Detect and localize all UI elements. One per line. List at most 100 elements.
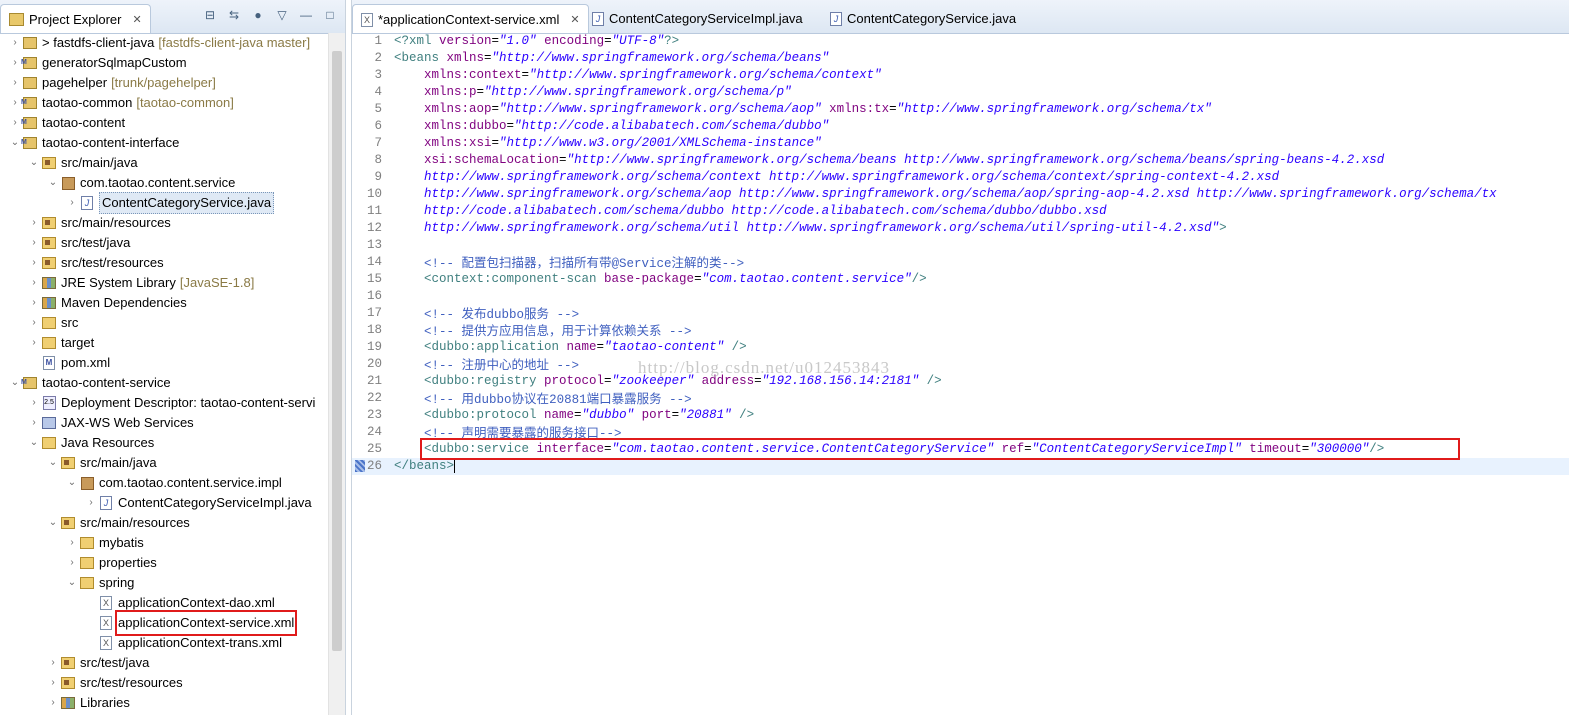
code-line[interactable]: 18 <!-- 提供方应用信息，用于计算依赖关系 --> bbox=[352, 322, 1569, 339]
code-line[interactable]: 4 xmlns:p="http://www.springframework.or… bbox=[352, 84, 1569, 101]
chevron-right-icon[interactable]: › bbox=[46, 673, 60, 693]
chevron-down-icon[interactable]: ⌄ bbox=[8, 133, 22, 153]
editor-tab[interactable]: J ContentCategoryService.java bbox=[822, 4, 1024, 32]
tree-item[interactable]: › Maven Dependencies bbox=[0, 293, 328, 313]
tree-item[interactable]: › J ContentCategoryService.java bbox=[0, 192, 328, 214]
code-line[interactable]: 16 bbox=[352, 288, 1569, 305]
chevron-right-icon[interactable]: › bbox=[8, 53, 22, 73]
chevron-down-icon[interactable]: ⌄ bbox=[27, 153, 41, 173]
tree-item[interactable]: › J ContentCategoryServiceImpl.java bbox=[0, 493, 328, 513]
code-line[interactable]: 9 http://www.springframework.org/schema/… bbox=[352, 169, 1569, 186]
tree-item[interactable]: › > fastdfs-client-java [fastdfs-client-ja… bbox=[0, 33, 328, 53]
tree-item[interactable]: XapplicationContext-trans.xml bbox=[0, 633, 328, 653]
code-line[interactable]: 7 xmlns:xsi="http://www.w3.org/2001/XMLS… bbox=[352, 135, 1569, 152]
code-line[interactable]: 2 <beans xmlns="http://www.springframewor… bbox=[352, 50, 1569, 67]
tree-item[interactable]: ⌄ src/main/java bbox=[0, 153, 328, 173]
view-menu-icon[interactable]: ▽ bbox=[275, 8, 289, 22]
code-line[interactable]: 11 http://code.alibabatech.com/schema/du… bbox=[352, 203, 1569, 220]
code-line[interactable]: 8 xsi:schemaLocation="http://www.springf… bbox=[352, 152, 1569, 169]
chevron-down-icon[interactable]: ⌄ bbox=[46, 513, 60, 533]
tab-project-explorer[interactable]: Project Explorer ✕ bbox=[0, 4, 151, 33]
tree-item[interactable]: › pagehelper [trunk/pagehelper] bbox=[0, 73, 328, 93]
tree-item[interactable]: › src/test/java bbox=[0, 233, 328, 253]
tree-item[interactable]: ⌄ Mtaotao-content-service bbox=[0, 373, 328, 393]
tree-item[interactable]: Mpom.xml bbox=[0, 353, 328, 373]
explorer-scrollbar[interactable] bbox=[328, 33, 345, 715]
code-line[interactable]: 26 </beans> bbox=[352, 458, 1569, 475]
tree-item[interactable]: › JAX-WS Web Services bbox=[0, 413, 328, 433]
chevron-down-icon[interactable]: ⌄ bbox=[46, 173, 60, 193]
tree-item[interactable]: › 2.5 Deployment Descriptor: taotao-conten… bbox=[0, 393, 328, 413]
tree-item[interactable]: ⌄ Mtaotao-content-interface bbox=[0, 133, 328, 153]
close-icon[interactable]: ✕ bbox=[570, 13, 579, 26]
tree-item[interactable]: › src bbox=[0, 313, 328, 333]
chevron-right-icon[interactable]: › bbox=[65, 553, 79, 573]
chevron-right-icon[interactable]: › bbox=[27, 213, 41, 233]
chevron-down-icon[interactable]: ⌄ bbox=[65, 473, 79, 493]
code-line[interactable]: 3 xmlns:context="http://www.springframew… bbox=[352, 67, 1569, 84]
chevron-right-icon[interactable]: › bbox=[27, 393, 41, 413]
code-line[interactable]: 5 xmlns:aop="http://www.springframework.… bbox=[352, 101, 1569, 118]
chevron-right-icon[interactable]: › bbox=[46, 653, 60, 673]
tree-item[interactable]: ⌄ Java Resources bbox=[0, 433, 328, 453]
code-line[interactable]: 21 <dubbo:registry protocol="zookeeper" … bbox=[352, 373, 1569, 390]
chevron-right-icon[interactable]: › bbox=[27, 313, 41, 333]
tree-item[interactable]: XapplicationContext-service.xml bbox=[0, 610, 328, 636]
chevron-right-icon[interactable]: › bbox=[84, 493, 98, 513]
code-line[interactable]: 17 <!-- 发布dubbo服务 --> bbox=[352, 305, 1569, 322]
chevron-right-icon[interactable]: › bbox=[27, 413, 41, 433]
tree-item[interactable]: › Mtaotao-content bbox=[0, 113, 328, 133]
code-line[interactable]: 20 <!-- 注册中心的地址 --> bbox=[352, 356, 1569, 373]
collapse-all-icon[interactable]: ⊟ bbox=[203, 8, 217, 22]
code-line[interactable]: 1 <?xml version="1.0" encoding="UTF-8"?> bbox=[352, 33, 1569, 50]
tree-item[interactable]: › target bbox=[0, 333, 328, 353]
chevron-down-icon[interactable]: ⌄ bbox=[65, 573, 79, 593]
chevron-right-icon[interactable]: › bbox=[65, 533, 79, 553]
chevron-right-icon[interactable]: › bbox=[65, 193, 79, 213]
chevron-right-icon[interactable]: › bbox=[8, 33, 22, 53]
tree-item[interactable]: ⌄ src/main/java bbox=[0, 453, 328, 473]
tree-item[interactable]: › JRE System Library [JavaSE-1.8] bbox=[0, 273, 328, 293]
code-line[interactable]: 13 bbox=[352, 237, 1569, 254]
scrollbar-thumb[interactable] bbox=[332, 51, 342, 651]
tree-item[interactable]: ⌄ com.taotao.content.service bbox=[0, 173, 328, 193]
tree-item[interactable]: ⌄ spring bbox=[0, 573, 328, 593]
editor-tab[interactable]: J ContentCategoryServiceImpl.java bbox=[584, 4, 811, 32]
chevron-right-icon[interactable]: › bbox=[27, 333, 41, 353]
tree-item[interactable]: › src/test/resources bbox=[0, 253, 328, 273]
tree-item[interactable]: › mybatis bbox=[0, 533, 328, 553]
tree-item[interactable]: › Mtaotao-common [taotao-common] bbox=[0, 93, 328, 113]
chevron-down-icon[interactable]: ⌄ bbox=[46, 453, 60, 473]
chevron-right-icon[interactable]: › bbox=[27, 253, 41, 273]
chevron-right-icon[interactable]: › bbox=[8, 113, 22, 133]
chevron-down-icon[interactable]: ⌄ bbox=[8, 373, 22, 393]
code-line[interactable]: 15 <context:component-scan base-package=… bbox=[352, 271, 1569, 288]
code-line[interactable]: 19 <dubbo:application name="taotao-conte… bbox=[352, 339, 1569, 356]
chevron-down-icon[interactable]: ⌄ bbox=[27, 433, 41, 453]
tree-item[interactable]: › Libraries bbox=[0, 693, 328, 713]
code-line[interactable]: 23 <dubbo:protocol name="dubbo" port="20… bbox=[352, 407, 1569, 424]
chevron-right-icon[interactable]: › bbox=[8, 93, 22, 113]
filter-icon[interactable]: ● bbox=[251, 8, 265, 22]
tree-item[interactable]: ⌄ com.taotao.content.service.impl bbox=[0, 473, 328, 493]
code-line[interactable]: 12 http://www.springframework.org/schema… bbox=[352, 220, 1569, 237]
chevron-right-icon[interactable]: › bbox=[46, 693, 60, 713]
chevron-right-icon[interactable]: › bbox=[8, 73, 22, 93]
code-line[interactable]: 6 xmlns:dubbo="http://code.alibabatech.c… bbox=[352, 118, 1569, 135]
tree-item[interactable]: › properties bbox=[0, 553, 328, 573]
code-editor[interactable]: 1 <?xml version="1.0" encoding="UTF-8"?> 2… bbox=[352, 33, 1569, 715]
tree-item[interactable]: › src/main/resources bbox=[0, 213, 328, 233]
chevron-right-icon[interactable]: › bbox=[27, 293, 41, 313]
chevron-right-icon[interactable]: › bbox=[27, 273, 41, 293]
tree-item[interactable]: XapplicationContext-dao.xml bbox=[0, 593, 328, 613]
tree-item[interactable]: ⌄ src/main/resources bbox=[0, 513, 328, 533]
code-line[interactable]: 10 http://www.springframework.org/schema… bbox=[352, 186, 1569, 203]
code-line[interactable]: 22 <!-- 用dubbo协议在20881端口暴露服务 --> bbox=[352, 390, 1569, 407]
tree-item[interactable]: › src/test/resources bbox=[0, 673, 328, 693]
maximize-icon[interactable]: □ bbox=[323, 8, 337, 22]
tree-item[interactable]: › MgeneratorSqlmapCustom bbox=[0, 53, 328, 73]
chevron-right-icon[interactable]: › bbox=[27, 233, 41, 253]
tree-item[interactable]: › src/test/java bbox=[0, 653, 328, 673]
editor-tab[interactable]: X *applicationContext-service.xml ✕ bbox=[352, 4, 589, 33]
close-icon[interactable]: ✕ bbox=[132, 13, 141, 26]
